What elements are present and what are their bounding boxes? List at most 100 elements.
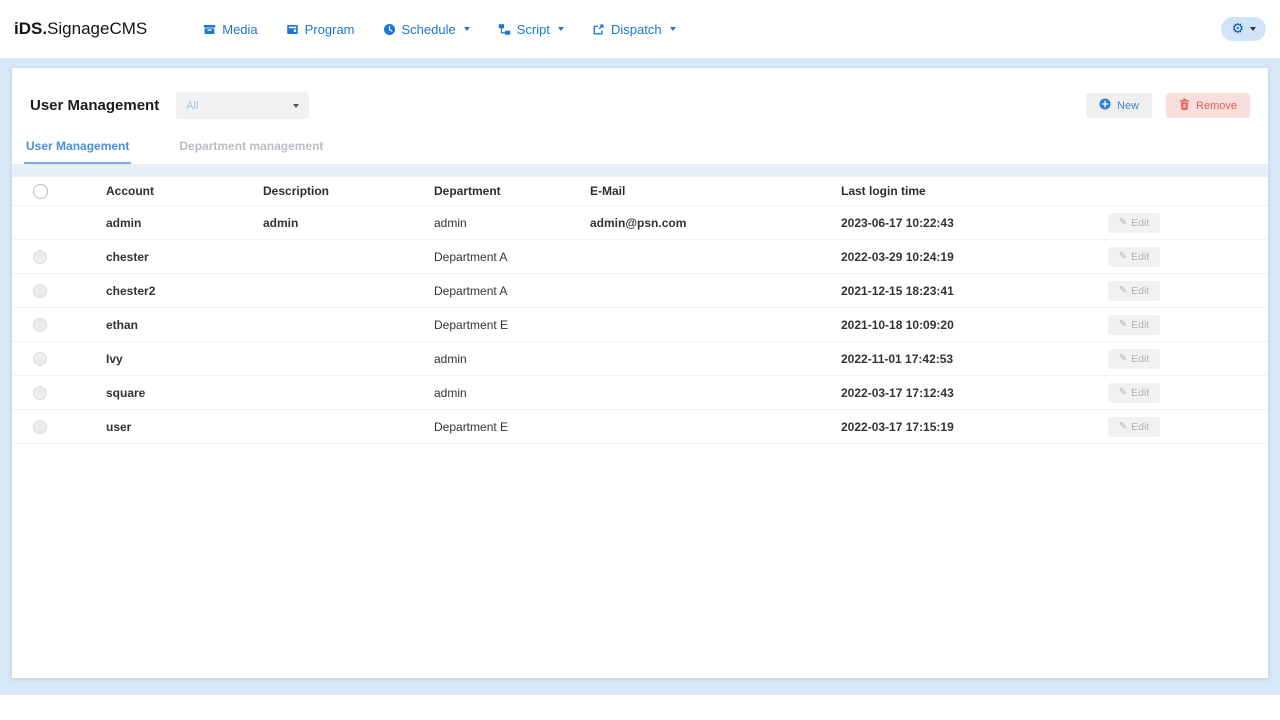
row-radio[interactable] — [33, 318, 47, 332]
column-header-last-login: Last login time — [841, 184, 1098, 198]
page-title: User Management — [30, 97, 159, 114]
row-radio[interactable] — [33, 284, 47, 298]
table-row: user Department E 2022-03-17 17:15:19 ✎ … — [12, 410, 1268, 444]
schedule-icon — [383, 23, 396, 36]
last-login-cell: 2021-10-18 10:09:20 — [841, 318, 1098, 332]
trash-icon — [1179, 98, 1190, 113]
pencil-icon: ✎ — [1119, 388, 1127, 398]
edit-button[interactable]: ✎ Edit — [1108, 315, 1160, 335]
last-login-cell: 2022-03-17 17:15:19 — [841, 420, 1098, 434]
nav-item-program[interactable]: Program — [286, 22, 355, 37]
dispatch-icon — [592, 23, 605, 36]
row-actions-cell: ✎ Edit — [1098, 349, 1268, 369]
chevron-down-icon — [293, 104, 299, 108]
table-row: square admin 2022-03-17 17:12:43 ✎ Edit — [12, 376, 1268, 410]
table-row: admin admin admin admin@psn.com 2023-06-… — [12, 206, 1268, 240]
app-logo-rest: SignageCMS — [47, 19, 147, 38]
row-radio[interactable] — [33, 386, 47, 400]
nav-item-label: Media — [222, 22, 257, 37]
select-all-radio[interactable] — [33, 184, 48, 199]
pencil-icon: ✎ — [1119, 422, 1127, 432]
tab-user-management[interactable]: User Management — [24, 133, 131, 164]
department-cell: admin — [434, 386, 590, 400]
edit-button[interactable]: ✎ Edit — [1108, 247, 1160, 267]
row-radio[interactable] — [33, 420, 47, 434]
department-cell: admin — [434, 352, 590, 366]
nav-item-media[interactable]: Media — [203, 22, 257, 37]
description-cell: admin — [263, 216, 434, 230]
account-cell: chester — [106, 250, 263, 264]
row-select-cell — [12, 216, 106, 230]
department-cell: Department E — [434, 420, 590, 434]
department-filter-select[interactable]: All — [176, 92, 309, 119]
nav-item-label: Schedule — [402, 22, 456, 37]
panel-header: User Management All New Remove — [12, 68, 1268, 119]
user-management-panel: User Management All New Remove User Mana… — [12, 68, 1268, 678]
pencil-icon: ✎ — [1119, 354, 1127, 364]
account-cell: Ivy — [106, 352, 263, 366]
email-cell: admin@psn.com — [590, 216, 841, 230]
table-row: chester Department A 2022-03-29 10:24:19… — [12, 240, 1268, 274]
remove-button[interactable]: Remove — [1166, 93, 1250, 118]
column-header-department: Department — [434, 184, 590, 198]
row-select-cell — [12, 284, 106, 298]
edit-button-label: Edit — [1131, 217, 1149, 229]
media-icon — [203, 23, 216, 36]
column-header-description: Description — [263, 184, 434, 198]
script-icon — [498, 23, 511, 36]
edit-button[interactable]: ✎ Edit — [1108, 349, 1160, 369]
last-login-cell: 2022-03-29 10:24:19 — [841, 250, 1098, 264]
department-cell: Department A — [434, 250, 590, 264]
row-select-cell — [12, 352, 106, 366]
new-button[interactable]: New — [1086, 93, 1152, 118]
chevron-down-icon — [670, 27, 676, 31]
edit-button-label: Edit — [1131, 421, 1149, 433]
nav-item-label: Dispatch — [611, 22, 662, 37]
department-cell: Department E — [434, 318, 590, 332]
nav-item-dispatch[interactable]: Dispatch — [592, 22, 676, 37]
edit-button-label: Edit — [1131, 353, 1149, 365]
pencil-icon: ✎ — [1119, 218, 1127, 228]
app-logo[interactable]: iDS.SignageCMS — [14, 19, 147, 39]
last-login-cell: 2023-06-17 10:22:43 — [841, 216, 1098, 230]
edit-button-label: Edit — [1131, 251, 1149, 263]
nav-menu: Media Program Schedule Script Dispatch — [203, 22, 675, 37]
row-radio[interactable] — [33, 250, 47, 264]
edit-button[interactable]: ✎ Edit — [1108, 213, 1160, 233]
row-actions-cell: ✎ Edit — [1098, 281, 1268, 301]
last-login-cell: 2022-03-17 17:12:43 — [841, 386, 1098, 400]
row-select-cell — [12, 386, 106, 400]
department-filter-value: All — [186, 100, 198, 112]
nav-item-script[interactable]: Script — [498, 22, 564, 37]
edit-button[interactable]: ✎ Edit — [1108, 281, 1160, 301]
table-body: admin admin admin admin@psn.com 2023-06-… — [12, 206, 1268, 444]
row-actions-cell: ✎ Edit — [1098, 315, 1268, 335]
account-cell: admin — [106, 216, 263, 230]
row-radio[interactable] — [33, 352, 47, 366]
edit-button[interactable]: ✎ Edit — [1108, 417, 1160, 437]
last-login-cell: 2021-12-15 18:23:41 — [841, 284, 1098, 298]
nav-item-label: Program — [305, 22, 355, 37]
table-row: chester2 Department A 2021-12-15 18:23:4… — [12, 274, 1268, 308]
remove-button-label: Remove — [1196, 100, 1237, 112]
chevron-down-icon — [1250, 27, 1256, 31]
table-header-row: Account Description Department E-Mail La… — [12, 177, 1268, 206]
row-actions-cell: ✎ Edit — [1098, 247, 1268, 267]
chevron-down-icon — [464, 27, 470, 31]
account-cell: user — [106, 420, 263, 434]
select-all-cell — [12, 184, 106, 199]
plus-circle-icon — [1099, 98, 1111, 113]
nav-item-schedule[interactable]: Schedule — [383, 22, 470, 37]
department-cell: Department A — [434, 284, 590, 298]
settings-menu-button[interactable]: ⚙ — [1221, 17, 1266, 41]
department-cell: admin — [434, 216, 590, 230]
program-icon — [286, 23, 299, 36]
edit-button-label: Edit — [1131, 319, 1149, 331]
gear-icon: ⚙ — [1231, 22, 1244, 36]
pencil-icon: ✎ — [1119, 252, 1127, 262]
column-header-account: Account — [106, 184, 263, 198]
chevron-down-icon — [558, 27, 564, 31]
edit-button[interactable]: ✎ Edit — [1108, 383, 1160, 403]
tab-department-management[interactable]: Department management — [177, 133, 325, 164]
row-select-cell — [12, 318, 106, 332]
